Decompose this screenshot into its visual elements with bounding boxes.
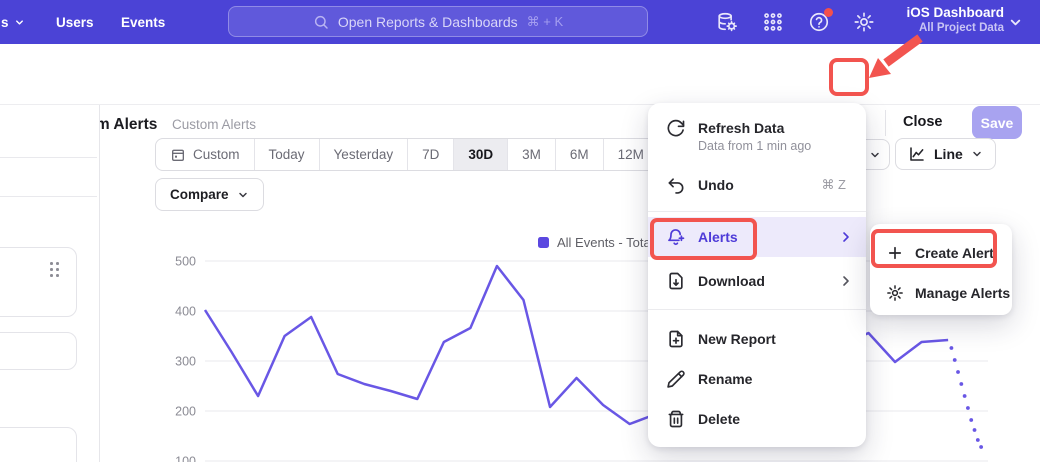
menu-item-delete[interactable]: Delete: [648, 399, 866, 439]
range-yesterday[interactable]: Yesterday: [320, 139, 409, 170]
menu-label: Rename: [698, 371, 752, 387]
header-divider: [885, 110, 886, 136]
y-axis-tick-label: 200: [175, 405, 196, 419]
range-7d[interactable]: 7D: [408, 139, 454, 170]
nav-item-users[interactable]: Users: [56, 0, 94, 44]
alert-bell-icon: [666, 227, 686, 247]
chevron-right-icon: [838, 229, 854, 245]
range-today[interactable]: Today: [255, 139, 320, 170]
menu-label: New Report: [698, 331, 776, 347]
query-card[interactable]: [0, 332, 77, 370]
project-scope: All Project Data: [906, 22, 1004, 34]
projected-dot: [976, 438, 980, 442]
chevron-down-icon: [14, 17, 25, 28]
line-chart-icon: [908, 145, 926, 163]
project-name: iOS Dashboard: [906, 5, 1004, 20]
menu-divider: [648, 309, 866, 310]
settings-gear-icon[interactable]: [853, 11, 875, 33]
menu-item-rename[interactable]: Rename: [648, 359, 866, 399]
query-card[interactable]: [0, 427, 77, 462]
submenu-item-manage-alerts[interactable]: Manage Alerts: [870, 274, 1012, 312]
pencil-icon: [666, 369, 686, 389]
search-shortcut: ⌘ + K: [527, 14, 564, 30]
submenu-label: Create Alert: [915, 245, 994, 261]
project-chevron-down-icon[interactable]: [1008, 15, 1023, 30]
close-button[interactable]: Close: [903, 114, 943, 130]
projected-dot: [950, 346, 954, 350]
projected-dot: [963, 394, 967, 398]
menu-label: Delete: [698, 411, 740, 427]
nav-item-cut-label: s: [1, 15, 9, 30]
projected-dot: [979, 445, 983, 449]
projected-dot: [956, 370, 960, 374]
apps-grid-icon[interactable]: [762, 11, 784, 33]
menu-item-download[interactable]: Download: [648, 261, 866, 301]
y-axis-tick-label: 500: [175, 255, 196, 269]
undo-shortcut: ⌘ Z: [821, 177, 846, 193]
menu-item-alerts[interactable]: Alerts: [648, 217, 866, 257]
search-placeholder: Open Reports & Dashboards: [338, 14, 518, 30]
menu-label: Download: [698, 273, 765, 289]
new-report-icon: [666, 329, 686, 349]
submenu-label: Manage Alerts: [915, 285, 1010, 301]
plus-icon: [886, 244, 904, 262]
data-management-icon[interactable]: [716, 11, 738, 33]
y-axis-tick-label: 300: [175, 355, 196, 369]
date-range-control: Custom Today Yesterday 7D 30D 3M 6M 12M: [155, 138, 659, 171]
projected-dot: [966, 406, 970, 410]
menu-item-undo[interactable]: Undo ⌘ Z: [648, 165, 866, 205]
compare-button[interactable]: Compare: [155, 178, 264, 211]
range-6m[interactable]: 6M: [556, 139, 604, 170]
menu-label: Alerts: [698, 229, 738, 245]
top-navbar: s Users Events Open Reports & Dashboards…: [0, 0, 1040, 44]
gear-icon: [886, 284, 904, 302]
y-axis-tick-label: 400: [175, 305, 196, 319]
chevron-down-icon: [237, 189, 249, 201]
menu-divider: [648, 211, 866, 212]
search-input[interactable]: Open Reports & Dashboards ⌘ + K: [228, 6, 648, 37]
nav-item-events[interactable]: Events: [121, 0, 165, 44]
undo-icon: [666, 175, 686, 195]
refresh-icon: [666, 118, 686, 138]
submenu-item-create-alert[interactable]: Create Alert: [870, 234, 1012, 272]
range-3m[interactable]: 3M: [508, 139, 556, 170]
projected-dot: [959, 382, 963, 386]
y-axis-tick-label: 100: [175, 455, 196, 462]
nav-item-cut[interactable]: s: [1, 0, 25, 44]
range-custom[interactable]: Custom: [156, 139, 255, 170]
menu-label: Undo: [698, 177, 734, 193]
chevron-down-icon: [869, 149, 881, 161]
drag-handle-icon[interactable]: [50, 262, 60, 278]
chevron-down-icon: [971, 148, 983, 160]
help-icon[interactable]: [808, 11, 830, 33]
projected-dot: [969, 418, 973, 422]
chart-type-button[interactable]: Line: [895, 138, 996, 170]
breadcrumb: Custom Alerts: [172, 117, 256, 132]
download-icon: [666, 271, 686, 291]
projected-dot: [953, 358, 957, 362]
sidebar-divider: [0, 157, 97, 158]
report-options-menu: Refresh Data Data from 1 min ago Undo ⌘ …: [648, 103, 866, 447]
query-builder-sidebar: [0, 105, 100, 462]
query-card[interactable]: [0, 247, 77, 317]
alerts-submenu: Create Alert Manage Alerts: [870, 224, 1012, 315]
chevron-right-icon: [838, 273, 854, 289]
calendar-icon: [170, 147, 186, 163]
save-button[interactable]: Save: [972, 106, 1022, 139]
help-notification-badge: [824, 8, 833, 17]
projected-dot: [973, 428, 977, 432]
menu-label: Refresh Data: [698, 120, 784, 136]
trash-icon: [666, 409, 686, 429]
search-icon: [313, 14, 329, 30]
range-30d-selected[interactable]: 30D: [454, 139, 508, 170]
menu-item-new-report[interactable]: New Report: [648, 319, 866, 359]
report-header: Custom Alerts Custom Alerts GV Duplicate…: [0, 44, 1040, 105]
project-switcher[interactable]: iOS Dashboard All Project Data: [906, 5, 1004, 34]
sidebar-divider: [0, 196, 97, 197]
refresh-subtitle: Data from 1 min ago: [698, 139, 811, 153]
